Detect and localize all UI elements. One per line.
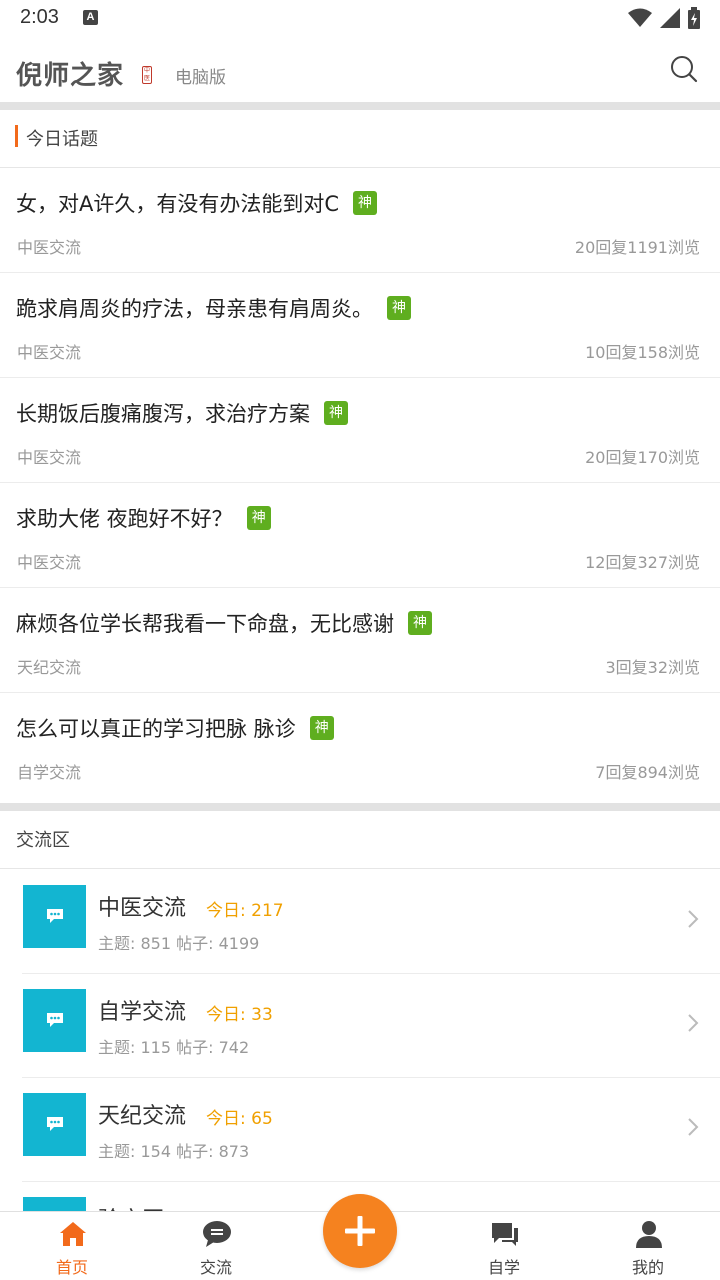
notification-icon: A	[83, 10, 98, 25]
wifi-icon	[628, 8, 652, 27]
nav-home[interactable]: 首页	[22, 1212, 122, 1280]
home-icon	[60, 1222, 86, 1246]
chevron-right-icon	[688, 1014, 699, 1032]
forum-row[interactable]: 天纪交流 今日: 65 主题: 154 帖子: 873	[22, 1078, 720, 1182]
section-title: 今日话题	[26, 129, 98, 150]
user-icon	[636, 1221, 662, 1248]
plus-icon	[345, 1216, 375, 1246]
forum-icon	[23, 1093, 86, 1156]
status-bar: 2:03 A	[0, 0, 720, 36]
nav-mine[interactable]: 我的	[598, 1212, 698, 1280]
forum-name: 验方区	[98, 1202, 164, 1211]
forum-meta: 主题: 851 帖子: 4199	[98, 934, 260, 953]
shen-badge: 神	[246, 506, 271, 530]
nav-self-study[interactable]: 自学	[454, 1212, 554, 1280]
forum-meta: 主题: 115 帖子: 742	[98, 1038, 250, 1057]
nav-exchange[interactable]: 交流	[166, 1212, 266, 1280]
topic-category: 天纪交流	[17, 658, 82, 677]
nav-self-study-label: 自学	[487, 1258, 520, 1277]
topic-row[interactable]: 女，对A许久，有没有办法能到对C 神 中医交流 20回复1191浏览	[0, 168, 720, 273]
topic-title: 求助大佬 夜跑好不好？	[16, 507, 233, 531]
topic-category: 中医交流	[17, 553, 82, 572]
topic-category: 自学交流	[17, 763, 82, 782]
topic-stats: 12回复327浏览	[585, 553, 700, 572]
chat-bubble-icon	[47, 909, 63, 923]
shen-badge: 神	[309, 716, 334, 740]
app-logo: 倪师之家	[16, 61, 125, 91]
section-title: 交流区	[16, 830, 70, 851]
shen-badge: 神	[408, 611, 432, 635]
topic-row[interactable]: 跪求肩周炎的疗法，母亲患有肩周炎。神 中医交流 10回复158浏览	[0, 273, 720, 378]
forum-icon	[23, 989, 86, 1052]
shen-badge: 神	[387, 296, 411, 320]
create-post-button[interactable]	[323, 1194, 397, 1268]
divider-band	[0, 803, 720, 811]
forum-row[interactable]: 自学交流 今日: 33 主题: 115 帖子: 742	[22, 974, 720, 1078]
topic-row[interactable]: 长期饭后腹痛腹泻，求治疗方案神 中医交流 20回复170浏览	[0, 378, 720, 483]
topic-title: 女，对A许久，有没有办法能到对C	[16, 192, 340, 216]
section-accent-bar	[15, 125, 18, 147]
app-header: 倪师之家 中医 电脑版	[0, 36, 720, 102]
topic-row[interactable]: 麻烦各位学长帮我看一下命盘，无比感谢神 天纪交流 3回复32浏览	[0, 588, 720, 693]
topic-row[interactable]: 求助大佬 夜跑好不好？ 神 中医交流 12回复327浏览	[0, 483, 720, 588]
topic-title: 长期饭后腹痛腹泻，求治疗方案	[16, 402, 310, 426]
forum-name: 天纪交流	[98, 1104, 187, 1129]
nav-exchange-label: 交流	[199, 1258, 232, 1277]
forum-name: 中医交流	[98, 896, 187, 921]
forum-meta: 主题: 154 帖子: 873	[98, 1142, 250, 1161]
topic-stats: 10回复158浏览	[585, 343, 700, 362]
logo-seal: 中医	[142, 66, 152, 84]
shen-badge: 神	[324, 401, 348, 425]
divider-band	[0, 102, 720, 110]
signal-icon	[660, 8, 680, 28]
forum-name: 自学交流	[98, 1000, 187, 1025]
desktop-version-link[interactable]: 电脑版	[175, 63, 226, 88]
topic-stats: 3回复32浏览	[605, 658, 700, 677]
forum-icon	[23, 885, 86, 948]
topic-category: 中医交流	[17, 448, 82, 467]
status-icons	[628, 7, 700, 29]
topic-title: 跪求肩周炎的疗法，母亲患有肩周炎。	[16, 297, 373, 321]
forum-today-count: 今日: 217	[206, 901, 284, 921]
forum-row[interactable]: 中医交流 今日: 217 主题: 851 帖子: 4199	[22, 870, 720, 974]
nav-home-label: 首页	[55, 1258, 88, 1277]
search-icon[interactable]	[670, 55, 698, 83]
status-time: 2:03	[20, 6, 59, 28]
today-topics-header: 今日话题	[0, 110, 720, 168]
battery-icon	[688, 7, 700, 29]
forum-icon	[23, 1197, 86, 1211]
chevron-right-icon	[688, 1118, 699, 1136]
shen-badge: 神	[353, 191, 378, 215]
chevron-right-icon	[688, 910, 699, 928]
topic-stats: 20回复170浏览	[585, 448, 700, 467]
topic-stats: 7回复894浏览	[595, 763, 700, 782]
chat-bubble-icon	[47, 1013, 63, 1027]
topic-title: 麻烦各位学长帮我看一下命盘，无比感谢	[16, 612, 394, 636]
topic-title: 怎么可以真正的学习把脉 脉诊	[16, 717, 296, 741]
topic-category: 中医交流	[17, 238, 82, 257]
forum-today-count: 今日: 33	[206, 1005, 273, 1025]
chat-icon	[203, 1221, 231, 1247]
topic-category: 中医交流	[17, 343, 82, 362]
messages-icon	[492, 1223, 518, 1246]
forum-section-header: 交流区	[0, 811, 720, 869]
forum-today-count: 今日: 65	[206, 1109, 273, 1129]
nav-mine-label: 我的	[631, 1258, 664, 1277]
chat-bubble-icon	[47, 1117, 63, 1131]
topic-row[interactable]: 怎么可以真正的学习把脉 脉诊神 自学交流 7回复894浏览	[0, 693, 720, 798]
topic-stats: 20回复1191浏览	[574, 238, 700, 257]
